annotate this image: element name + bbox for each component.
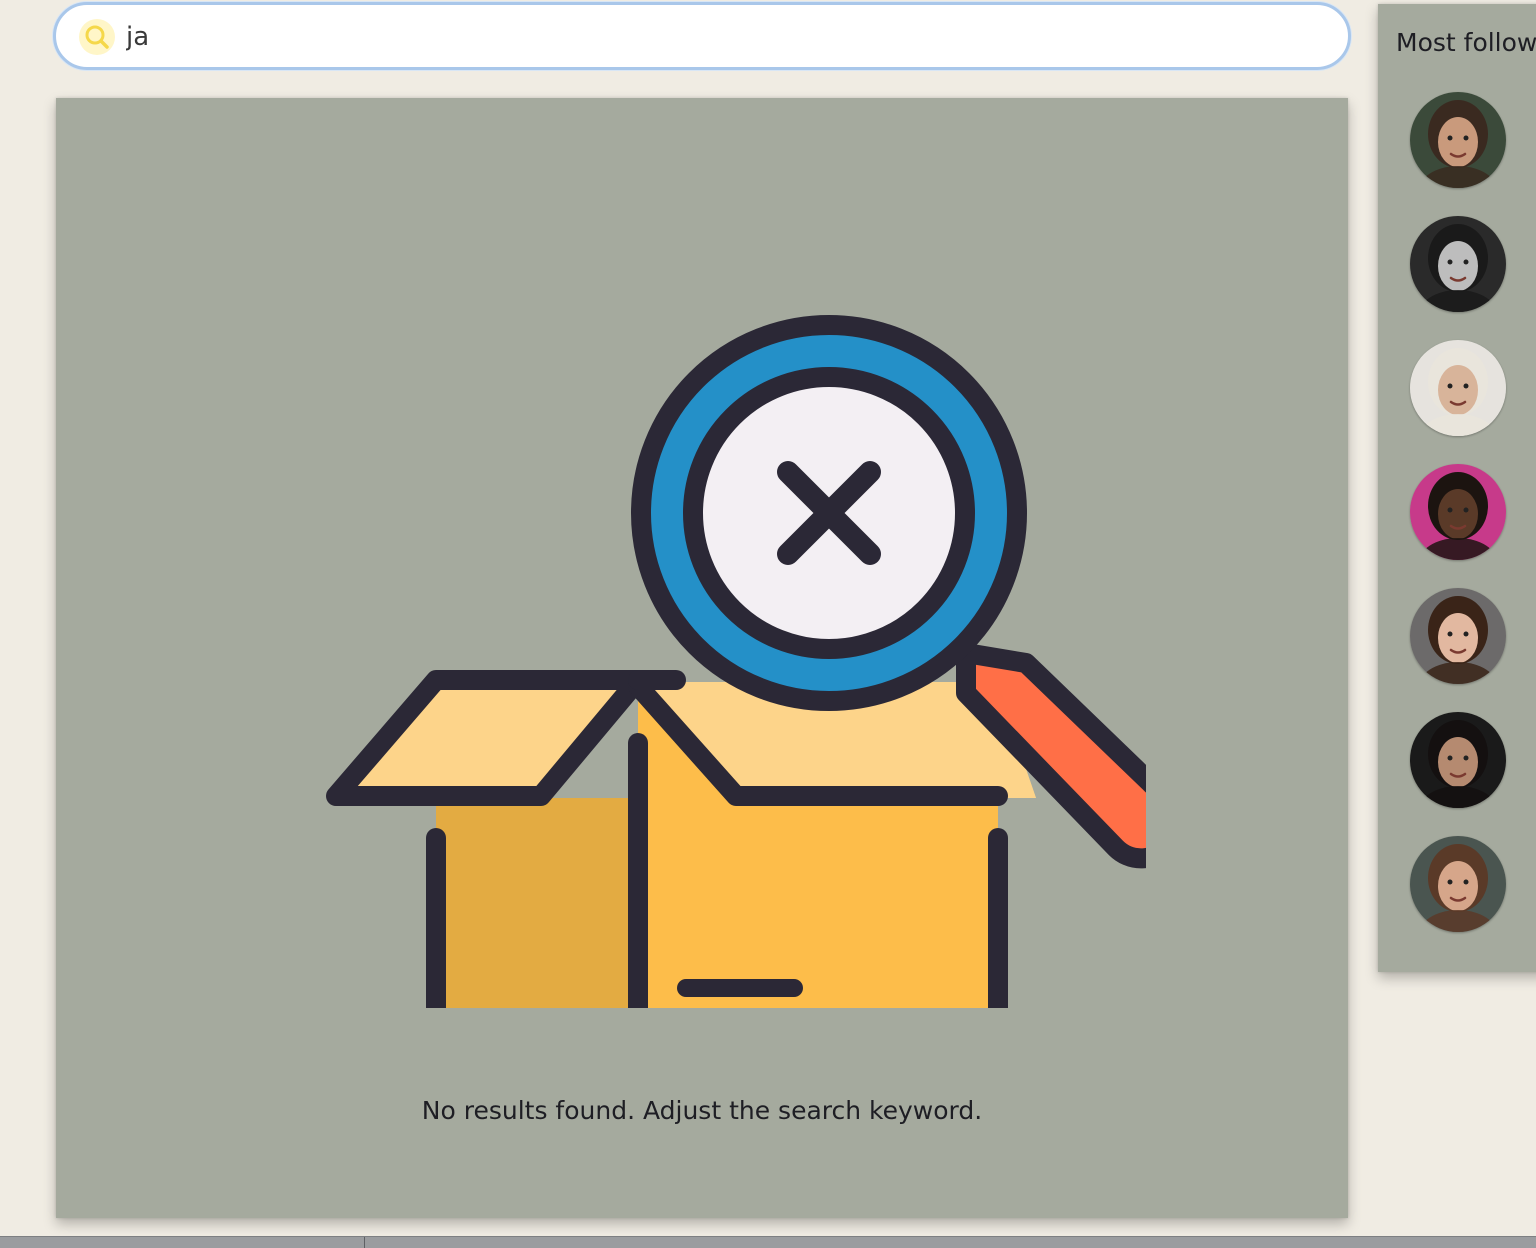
search-icon bbox=[78, 18, 116, 56]
user-avatar[interactable] bbox=[1410, 464, 1506, 560]
bottom-divider bbox=[364, 1237, 365, 1248]
search-input[interactable] bbox=[126, 15, 1306, 59]
empty-box-with-magnifier-icon bbox=[266, 208, 1187, 1088]
bottom-bar bbox=[0, 1236, 1536, 1248]
user-avatar[interactable] bbox=[1410, 216, 1506, 312]
user-avatar[interactable] bbox=[1410, 340, 1506, 436]
search-bar[interactable] bbox=[53, 2, 1351, 70]
user-avatar[interactable] bbox=[1410, 92, 1506, 188]
most-followed-panel: Most follow bbox=[1378, 4, 1536, 972]
user-avatar[interactable] bbox=[1410, 712, 1506, 808]
panel-title: Most follow bbox=[1396, 28, 1536, 57]
user-avatar[interactable] bbox=[1410, 588, 1506, 684]
results-panel: No results found. Adjust the search keyw… bbox=[56, 98, 1348, 1218]
empty-results-message: No results found. Adjust the search keyw… bbox=[421, 1096, 983, 1125]
user-avatar[interactable] bbox=[1410, 836, 1506, 932]
